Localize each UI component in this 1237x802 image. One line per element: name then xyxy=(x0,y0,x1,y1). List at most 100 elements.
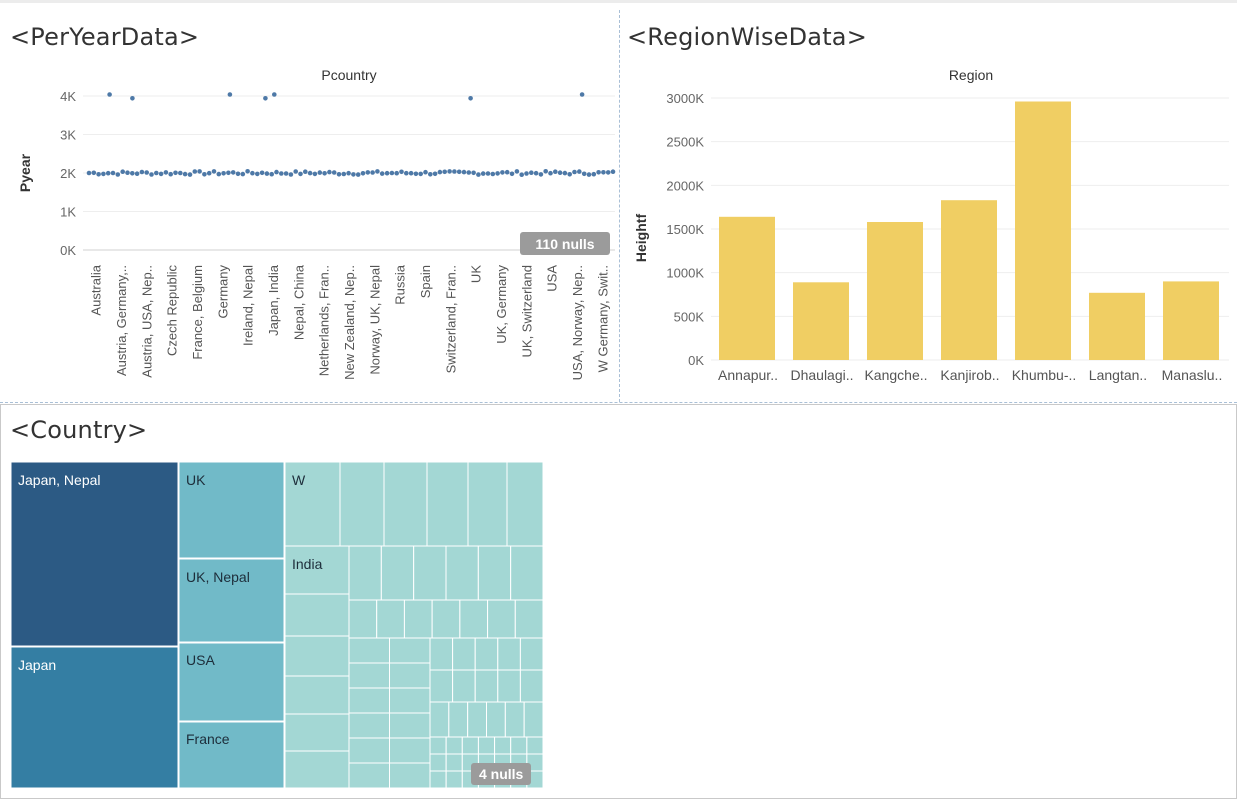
scatter-point xyxy=(355,172,361,177)
scatter-point xyxy=(581,171,587,177)
scatter-point xyxy=(442,169,448,175)
tile-small xyxy=(389,737,431,764)
scatter-category-label: Netherlands, Fran.. xyxy=(317,265,332,376)
scatter-point xyxy=(182,171,188,177)
tile-small xyxy=(389,762,431,788)
tile-small xyxy=(389,712,431,739)
bar-y-axis-label: Heightf xyxy=(633,214,649,263)
scatter-point xyxy=(187,172,193,177)
tile-small xyxy=(348,712,390,739)
scatter-point xyxy=(428,172,433,177)
scatter-y-tick-label: 4K xyxy=(60,89,76,104)
scatter-category-label: W Germany, Swit.. xyxy=(595,265,610,372)
scatter-point xyxy=(524,171,529,176)
tile-small xyxy=(429,736,447,755)
tile-small xyxy=(452,669,476,703)
scatter-point xyxy=(591,171,597,177)
tile-small xyxy=(474,669,499,703)
bar-2 xyxy=(867,222,923,360)
scatter-y-tick-label: 0K xyxy=(60,243,76,258)
scatter-point xyxy=(351,172,356,177)
tile-small xyxy=(284,713,350,752)
scatter-point xyxy=(466,170,472,175)
scatter-point xyxy=(504,169,510,175)
scatter-point xyxy=(149,172,154,177)
scatter-point xyxy=(485,171,491,176)
per-year-scatter-chart[interactable]: Pcountry Pyear 0K 1K 2K 3K 4K Australia Austria,… xyxy=(0,60,618,402)
scatter-point xyxy=(480,171,486,176)
country-treemap[interactable] xyxy=(11,462,543,788)
scatter-point xyxy=(173,170,178,176)
tile-small xyxy=(284,675,350,715)
scatter-point xyxy=(279,171,284,176)
tile-small xyxy=(459,599,489,639)
scatter-point xyxy=(105,170,111,176)
scatter-point xyxy=(134,171,140,176)
scatter-category-label: Switzerland, Fran.. xyxy=(443,265,458,373)
bar-5 xyxy=(1089,292,1145,360)
bar-4 xyxy=(1015,101,1071,360)
scatter-point xyxy=(543,169,548,174)
tile-small xyxy=(448,701,469,738)
scatter-point xyxy=(567,172,572,177)
tile-small xyxy=(519,637,543,671)
tile-small xyxy=(504,701,525,738)
scatter-point xyxy=(432,171,438,177)
scatter-category-label: France, Belgium xyxy=(190,265,205,360)
scatter-point xyxy=(360,171,366,176)
scatter-outlier-point xyxy=(579,92,585,97)
tile-small xyxy=(523,701,543,738)
tile-small xyxy=(452,637,476,671)
scatter-point xyxy=(471,170,476,176)
per-year-sheet-title: <PerYearData> xyxy=(10,23,200,51)
tile-small xyxy=(445,770,463,788)
scatter-point xyxy=(399,169,404,175)
scatter-point xyxy=(269,171,275,177)
scatter-point xyxy=(202,172,207,177)
scatter-point xyxy=(557,170,563,175)
scatter-point xyxy=(586,172,592,177)
bar-category-label: Dhaulagi.. xyxy=(790,367,853,383)
scatter-point xyxy=(404,170,409,176)
scatter-point xyxy=(144,170,149,175)
scatter-point xyxy=(490,171,496,177)
scatter-point xyxy=(331,170,337,175)
scatter-point xyxy=(601,170,606,175)
scatter-category-label: Russia xyxy=(393,264,408,305)
scatter-point xyxy=(312,171,318,177)
scatter-point xyxy=(110,170,116,176)
scatter-point xyxy=(336,172,342,177)
tile-small xyxy=(510,545,543,601)
scatter-point xyxy=(327,169,332,175)
scatter-point xyxy=(610,169,616,174)
scatter-point xyxy=(298,171,303,177)
scatter-point xyxy=(437,169,443,175)
scatter-point xyxy=(120,169,125,174)
tile-small xyxy=(413,545,447,601)
vertical-divider xyxy=(619,10,620,402)
scatter-point xyxy=(389,170,395,176)
scatter-category-label: Austria, Germany,.. xyxy=(114,265,129,376)
scatter-point xyxy=(572,169,577,175)
scatter-point xyxy=(529,170,534,175)
scatter-point xyxy=(230,170,236,175)
scatter-point xyxy=(192,169,198,174)
scatter-point xyxy=(375,169,380,174)
scatter-point xyxy=(283,171,289,176)
scatter-point xyxy=(456,169,462,175)
region-bar-chart[interactable]: Region Heightf 0K 500K 1000K 1500K 2000K 2500K 3… xyxy=(621,60,1235,402)
scatter-point xyxy=(216,171,222,177)
scatter-point xyxy=(322,171,327,176)
treemap-label-japan: Japan xyxy=(18,657,57,673)
tile-small xyxy=(284,635,350,677)
bar-6 xyxy=(1163,281,1219,360)
bar-y-tick-label: 2500K xyxy=(666,135,704,150)
tile-small xyxy=(514,599,543,639)
tile-small xyxy=(429,753,447,772)
bar-0 xyxy=(719,216,775,360)
treemap-nulls-badge[interactable]: 4 nulls xyxy=(471,763,532,785)
scatter-point xyxy=(240,171,246,177)
treemap-label-uk: UK xyxy=(186,472,206,488)
scatter-point xyxy=(341,171,347,177)
bar-y-tick-label: 2000K xyxy=(666,178,704,193)
